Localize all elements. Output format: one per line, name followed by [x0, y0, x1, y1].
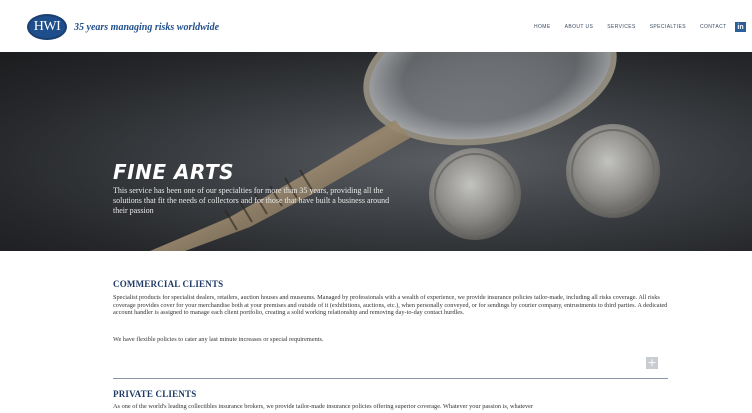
commercial-clients-title: COMMERCIAL CLIENTS: [113, 279, 224, 289]
main-nav: HOME ABOUT US SERVICES SPECIALTIES CONTA…: [534, 24, 727, 30]
nav-home[interactable]: HOME: [534, 24, 551, 30]
nav-contact[interactable]: CONTACT: [700, 24, 727, 30]
section-divider: [113, 378, 668, 379]
hero-image: [150, 52, 660, 251]
nav-specialties[interactable]: SPECIALTIES: [650, 24, 686, 30]
nav-services[interactable]: SERVICES: [607, 24, 635, 30]
nav-about-us[interactable]: ABOUT US: [565, 24, 594, 30]
expand-commercial-button[interactable]: +: [646, 357, 658, 369]
linkedin-icon[interactable]: in: [735, 22, 746, 32]
hero-description: This service has been one of our special…: [113, 186, 390, 215]
hero-banner: FINE ARTS This service has been one of o…: [0, 52, 752, 251]
hwi-logo[interactable]: HWI: [27, 14, 67, 40]
site-header: HWI 35 years managing risks worldwide HO…: [0, 0, 752, 52]
tagline: 35 years managing risks worldwide: [74, 22, 220, 33]
coin-right: [566, 124, 660, 218]
private-clients-title: PRIVATE CLIENTS: [113, 389, 197, 399]
commercial-clients-note: We have flexible policies to cater any l…: [113, 336, 324, 343]
logo-text: HWI: [33, 19, 61, 34]
hero-title: FINE ARTS: [113, 160, 234, 184]
private-clients-text: As one of the world's leading collectibl…: [113, 403, 534, 410]
coin-left: [429, 148, 521, 240]
commercial-clients-text: Specialist products for specialist deale…: [113, 294, 668, 317]
linkedin-label: in: [737, 23, 744, 31]
